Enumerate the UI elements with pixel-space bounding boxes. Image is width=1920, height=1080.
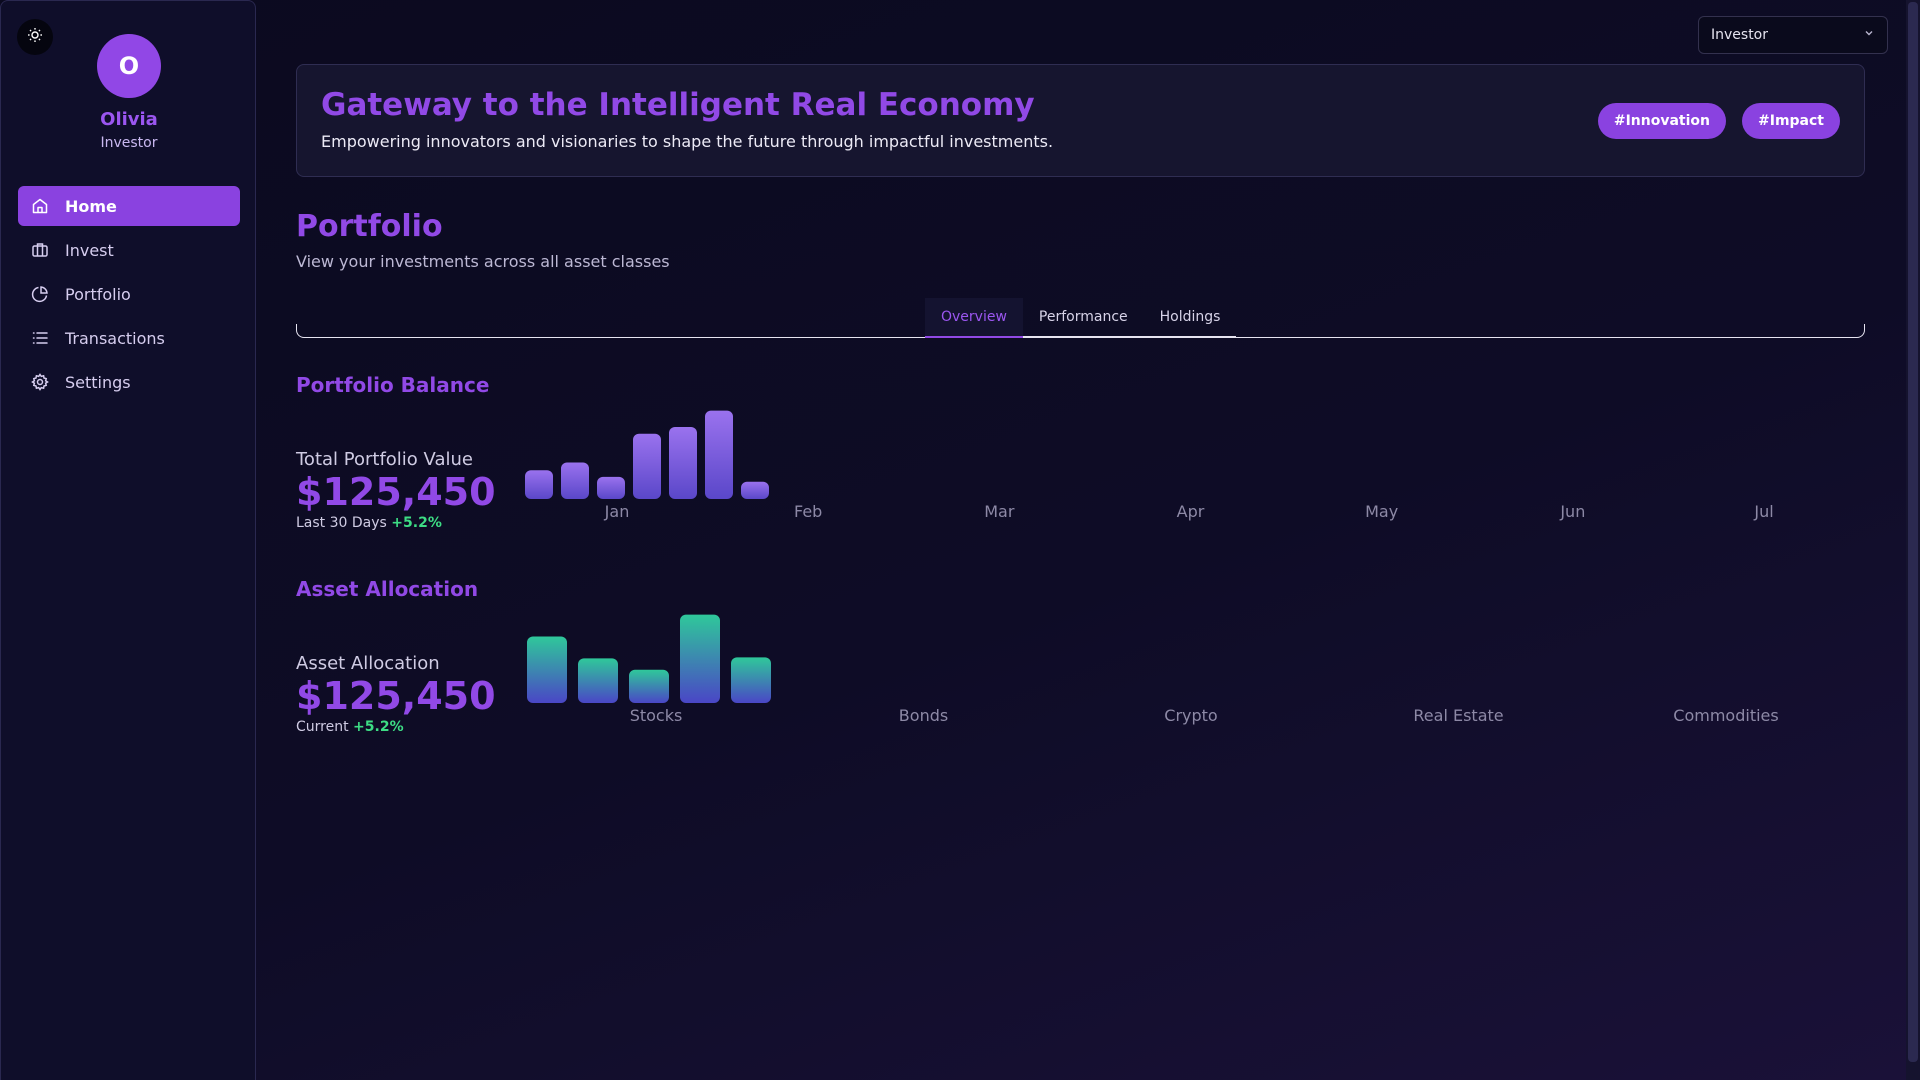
x-tick-label: Apr xyxy=(1176,502,1205,521)
balance-change: Last 30 Days +5.2% xyxy=(296,515,442,531)
x-tick-label: Crypto xyxy=(1164,706,1218,725)
scrollbar-thumb[interactable] xyxy=(1908,2,1918,1062)
bar-3[interactable] xyxy=(680,614,720,703)
allocation-change: Current +5.2% xyxy=(296,719,404,735)
asset-allocation-value: $125,450 xyxy=(296,674,496,718)
balance-change-value: +5.2% xyxy=(391,515,442,531)
tab-holdings[interactable]: Holdings xyxy=(1143,298,1237,338)
asset-allocation-title: Asset Allocation xyxy=(296,577,479,601)
x-tick-label: Mar xyxy=(984,502,1015,521)
bar-1[interactable] xyxy=(561,462,589,499)
home-icon xyxy=(31,197,49,215)
allocation-change-value: +5.2% xyxy=(353,719,404,735)
sidebar-item-transactions[interactable]: Transactions xyxy=(18,318,240,358)
hero-tags: #Innovation #Impact xyxy=(1597,103,1840,139)
role-select-value: Investor xyxy=(1711,27,1769,43)
tag-innovation[interactable]: #Innovation xyxy=(1597,103,1726,139)
chart-svg xyxy=(525,410,769,499)
balance-period: Last 30 Days xyxy=(296,515,387,531)
bar-2[interactable] xyxy=(629,669,669,703)
hero-subtitle: Empowering innovators and visionaries to… xyxy=(321,132,1054,151)
x-tick-label: May xyxy=(1365,502,1399,521)
bar-2[interactable] xyxy=(597,476,625,499)
x-axis-labels: Jan Feb Mar Apr May Jun Jul xyxy=(520,502,1865,522)
bar-6[interactable] xyxy=(741,481,769,499)
scrollbar[interactable] xyxy=(1906,0,1920,1080)
tab-overview[interactable]: Overview xyxy=(925,298,1023,338)
hero-title: Gateway to the Intelligent Real Economy xyxy=(321,87,1035,123)
chart-svg xyxy=(527,614,771,704)
pie-chart-icon xyxy=(31,285,49,303)
gear-icon xyxy=(31,373,49,391)
x-axis-labels: Stocks Bonds Crypto Real Estate Commodities xyxy=(520,706,1865,726)
sidebar: O Olivia Investor Home Invest Portfolio … xyxy=(0,0,256,1080)
x-tick-label: Feb xyxy=(793,502,823,521)
sidebar-nav: Home Invest Portfolio Transactions Setti… xyxy=(18,186,240,406)
portfolio-balance-chart: Jan Feb Mar Apr May Jun Jul xyxy=(520,400,1865,530)
asset-allocation-chart: Stocks Bonds Crypto Real Estate Commodities xyxy=(520,604,1865,734)
bar-0[interactable] xyxy=(525,470,553,499)
theme-toggle-button[interactable] xyxy=(17,19,53,55)
allocation-period: Current xyxy=(296,719,349,735)
briefcase-icon xyxy=(31,241,49,259)
sidebar-item-invest[interactable]: Invest xyxy=(18,230,240,270)
bar-0[interactable] xyxy=(527,636,567,704)
asset-allocation-label: Asset Allocation xyxy=(296,653,440,674)
x-tick-label: Jun xyxy=(1560,502,1586,521)
chevron-down-icon xyxy=(1863,27,1875,43)
bar-4[interactable] xyxy=(731,657,771,703)
x-tick-label: Jul xyxy=(1754,502,1774,521)
page-title: Portfolio xyxy=(296,209,443,244)
list-icon xyxy=(31,329,49,347)
sun-icon xyxy=(27,27,43,47)
sidebar-item-label: Invest xyxy=(65,240,114,260)
bar-4[interactable] xyxy=(669,427,697,499)
bar-5[interactable] xyxy=(705,410,733,499)
total-portfolio-value: $125,450 xyxy=(296,470,496,514)
sidebar-item-settings[interactable]: Settings xyxy=(18,362,240,402)
user-name: Olivia xyxy=(100,109,158,130)
total-portfolio-value-label: Total Portfolio Value xyxy=(296,449,473,470)
sidebar-item-portfolio[interactable]: Portfolio xyxy=(18,274,240,314)
tab-bar: Overview Performance Holdings xyxy=(925,298,1237,338)
sidebar-item-label: Home xyxy=(65,196,117,216)
bar-1[interactable] xyxy=(578,658,618,703)
page-subtitle: View your investments across all asset c… xyxy=(296,252,670,271)
x-tick-label: Jan xyxy=(604,502,630,521)
avatar[interactable]: O xyxy=(97,34,161,98)
sidebar-item-label: Portfolio xyxy=(65,284,131,304)
x-tick-label: Real Estate xyxy=(1413,706,1504,725)
bar-3[interactable] xyxy=(633,433,661,499)
role-select[interactable]: Investor xyxy=(1698,16,1888,54)
hero-banner: Gateway to the Intelligent Real Economy … xyxy=(296,64,1865,177)
user-role: Investor xyxy=(100,135,158,151)
portfolio-balance-title: Portfolio Balance xyxy=(296,373,490,397)
sidebar-item-label: Settings xyxy=(65,372,131,392)
x-tick-label: Stocks xyxy=(629,706,683,725)
tab-performance[interactable]: Performance xyxy=(1022,298,1144,338)
tag-impact[interactable]: #Impact xyxy=(1742,103,1840,139)
sidebar-item-label: Transactions xyxy=(65,328,165,348)
x-tick-label: Bonds xyxy=(898,706,949,725)
x-tick-label: Commodities xyxy=(1673,706,1779,725)
sidebar-item-home[interactable]: Home xyxy=(18,186,240,226)
